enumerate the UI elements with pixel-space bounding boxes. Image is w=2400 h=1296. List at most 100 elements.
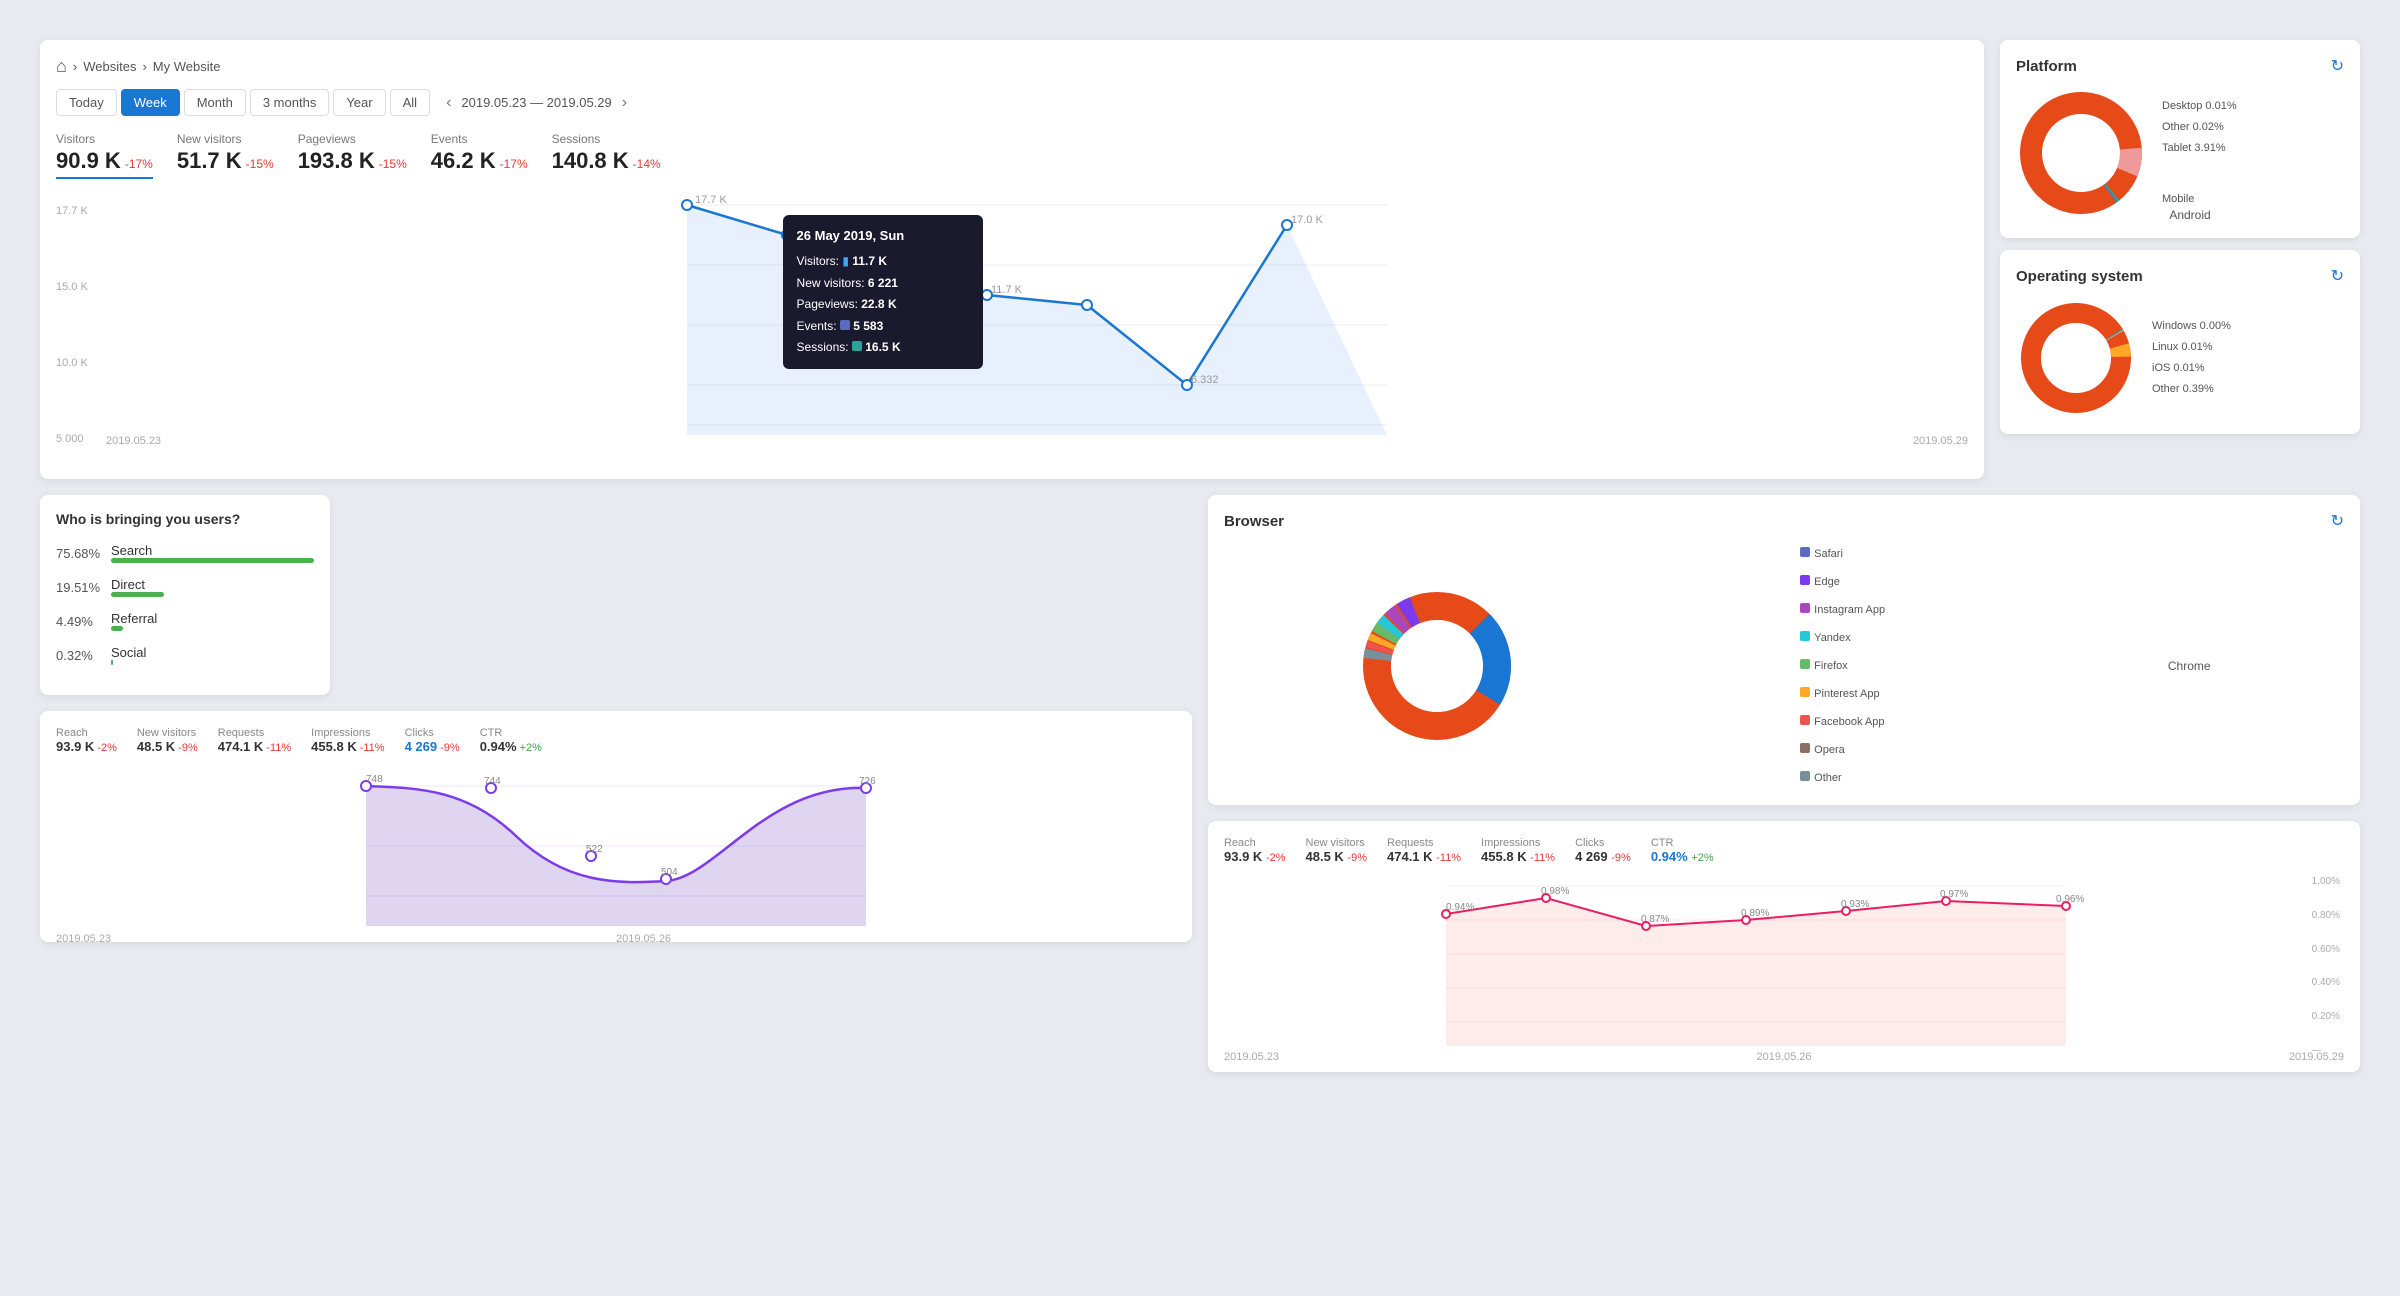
filter-today[interactable]: Today <box>56 89 117 116</box>
browser-donut <box>1357 586 1517 746</box>
x-label-start: 2019.05.23 <box>106 435 161 447</box>
ctr-x-start: 2019.05.23 <box>1224 1051 1279 1063</box>
os-title: Operating system <box>2016 268 2143 285</box>
ctr-reach: Reach 93.9 K -2% <box>1224 837 1286 864</box>
ctr-stats-row: Reach 93.9 K -2% New visitors 48.5 K -9%… <box>1224 837 2344 864</box>
prev-date-arrow[interactable]: ‹ <box>442 92 455 114</box>
ctr-new-visitors: New visitors 48.5 K -9% <box>1306 837 1368 864</box>
ctr-y3: 0.60% <box>2312 944 2340 955</box>
next-date-arrow[interactable]: › <box>618 92 631 114</box>
platform-donut <box>2016 88 2146 218</box>
svg-text:11.7 K: 11.7 K <box>991 284 1023 296</box>
source-referral: 4.49% Referral <box>56 611 314 631</box>
visitors-change: -17% <box>125 157 153 171</box>
svg-text:744: 744 <box>484 776 501 787</box>
visitors-value: 90.9 K <box>56 148 121 174</box>
svg-text:504: 504 <box>661 867 678 878</box>
breadcrumb-websites[interactable]: Websites <box>83 59 136 74</box>
os-legend: Windows 0.00% Linux 0.01% iOS 0.01% Othe… <box>2152 316 2231 400</box>
ctr-x-mid: 2019.05.26 <box>1756 1051 1811 1063</box>
os-card: Operating system ↻ Windows 0.00% Linu <box>2000 250 2360 434</box>
filter-all[interactable]: All <box>390 89 430 116</box>
svg-text:11.9 K: 11.9 K <box>891 279 923 291</box>
svg-text:0.96%: 0.96% <box>2056 894 2084 905</box>
svg-text:522: 522 <box>586 844 603 855</box>
breadcrumb: ⌂ › Websites › My Website <box>56 56 1968 77</box>
ctr-y5: 0.20% <box>2312 1011 2340 1022</box>
browser-refresh-icon[interactable]: ↻ <box>2331 511 2344 531</box>
svg-text:6.332: 6.332 <box>1191 374 1219 386</box>
svg-text:0.89%: 0.89% <box>1741 908 1769 919</box>
source-direct: 19.51% Direct <box>56 577 314 597</box>
ctr-requests: Requests 474.1 K -11% <box>1387 837 1461 864</box>
ctr-y1: 1.00% <box>2312 876 2340 887</box>
ctr-chart-area[interactable]: 1.00% 0.80% 0.60% 0.40% 0.20% — <box>1224 876 2344 1056</box>
svg-text:0.94%: 0.94% <box>1446 902 1474 913</box>
source-search: 75.68% Search <box>56 543 314 563</box>
platform-title: Platform <box>2016 58 2077 75</box>
ctr-impressions: Impressions 455.8 K -11% <box>1481 837 1555 864</box>
users-source-card: Who is bringing you users? 75.68% Search… <box>40 495 330 695</box>
ctr-clicks: Clicks 4 269 -9% <box>1575 837 1631 864</box>
y-label-2: 15.0 K <box>56 281 88 293</box>
filter-week[interactable]: Week <box>121 89 180 116</box>
breadcrumb-sep2: › <box>142 59 146 74</box>
users-title: Who is bringing you users? <box>56 511 314 527</box>
os-refresh-icon[interactable]: ↻ <box>2331 266 2344 286</box>
ctr-chart-svg: 0.94% 0.98% 0.87% 0.89% 0.93% 0.97% 0.96… <box>1224 876 2288 1046</box>
filter-year[interactable]: Year <box>333 89 385 116</box>
svg-text:15.8 K: 15.8 K <box>791 224 823 236</box>
ctr-ctr: CTR 0.94% +2% <box>1651 837 1714 864</box>
reach-stats-row: Reach 93.9 K -2% New visitors 48.5 K -9% <box>56 727 1176 754</box>
filter-3months[interactable]: 3 months <box>250 89 329 116</box>
svg-text:17.0 K: 17.0 K <box>1291 214 1323 226</box>
y-label-3: 10.0 K <box>56 357 88 369</box>
svg-text:17.7 K: 17.7 K <box>695 195 727 206</box>
ctr-card: Reach 93.9 K -2% New visitors 48.5 K -9%… <box>1208 821 2360 1072</box>
reach-visits-card: Reach 93.9 K -2% New visitors 48.5 K -9% <box>40 711 1192 942</box>
breadcrumb-site[interactable]: My Website <box>153 59 221 74</box>
visits-x-start: 2019.05.23 <box>56 933 111 945</box>
browser-legend: Safari Edge Instagram App Yandex Firefox… <box>1800 543 1885 789</box>
svg-text:0.97%: 0.97% <box>1940 889 1968 900</box>
breadcrumb-sep1: › <box>73 59 77 74</box>
svg-text:0.87%: 0.87% <box>1641 914 1669 925</box>
events-change: -17% <box>500 157 528 171</box>
browser-card: Browser ↻ <box>1208 495 2360 805</box>
events-value: 46.2 K <box>431 148 496 174</box>
svg-text:726: 726 <box>859 776 876 787</box>
ctr-y4: 0.40% <box>2312 977 2340 988</box>
sessions-value: 140.8 K <box>552 148 629 174</box>
new-visitors-change: -15% <box>246 157 274 171</box>
filter-month[interactable]: Month <box>184 89 246 116</box>
date-range-label: 2019.05.23 — 2019.05.29 <box>461 95 611 110</box>
reach-stat-impressions: Impressions 455.8 K -11% <box>311 727 384 754</box>
svg-text:0.98%: 0.98% <box>1541 886 1569 897</box>
ctr-y6: — <box>2312 1045 2340 1056</box>
time-filters: Today Week Month 3 months Year All ‹ 201… <box>56 89 1968 116</box>
reach-stat-reach: Reach 93.9 K -2% <box>56 727 117 754</box>
stat-events: Events 46.2 K -17% <box>431 132 528 179</box>
main-analytics-card: ⌂ › Websites › My Website Today Week Mon… <box>40 40 1984 479</box>
os-donut <box>2016 298 2136 418</box>
y-label-4: 5 000 <box>56 433 88 445</box>
browser-title: Browser <box>1224 513 1284 530</box>
ctr-y2: 0.80% <box>2312 910 2340 921</box>
x-label-end: 2019.05.29 <box>1913 435 1968 447</box>
reach-stat-clicks: Clicks 4 269 -9% <box>405 727 460 754</box>
stat-sessions: Sessions 140.8 K -14% <box>552 132 661 179</box>
platform-card: Platform ↻ Desktop 0.01% Other 0.02% <box>2000 40 2360 238</box>
platform-refresh-icon[interactable]: ↻ <box>2331 56 2344 76</box>
home-icon[interactable]: ⌂ <box>56 56 67 77</box>
main-chart[interactable]: 17.7 K 15.0 K 10.0 K 5 000 <box>56 195 1968 455</box>
visits-x-mid: 2019.05.26 <box>616 933 671 945</box>
stat-new-visitors: New visitors 51.7 K -15% <box>177 132 274 179</box>
chrome-label: Chrome <box>2168 659 2211 673</box>
visits-chart[interactable]: 748 744 522 504 726 2019.05.23 2019.05.2… <box>56 766 1176 926</box>
stat-visitors: Visitors 90.9 K -17% <box>56 132 153 179</box>
stats-row: Visitors 90.9 K -17% New visitors 51.7 K… <box>56 132 1968 179</box>
visits-chart-svg: 748 744 522 504 726 <box>56 766 1176 926</box>
new-visitors-value: 51.7 K <box>177 148 242 174</box>
platform-legend: Desktop 0.01% Other 0.02% Tablet 3.91% M… <box>2162 96 2237 210</box>
reach-stat-new-visitors: New visitors 48.5 K -9% <box>137 727 198 754</box>
